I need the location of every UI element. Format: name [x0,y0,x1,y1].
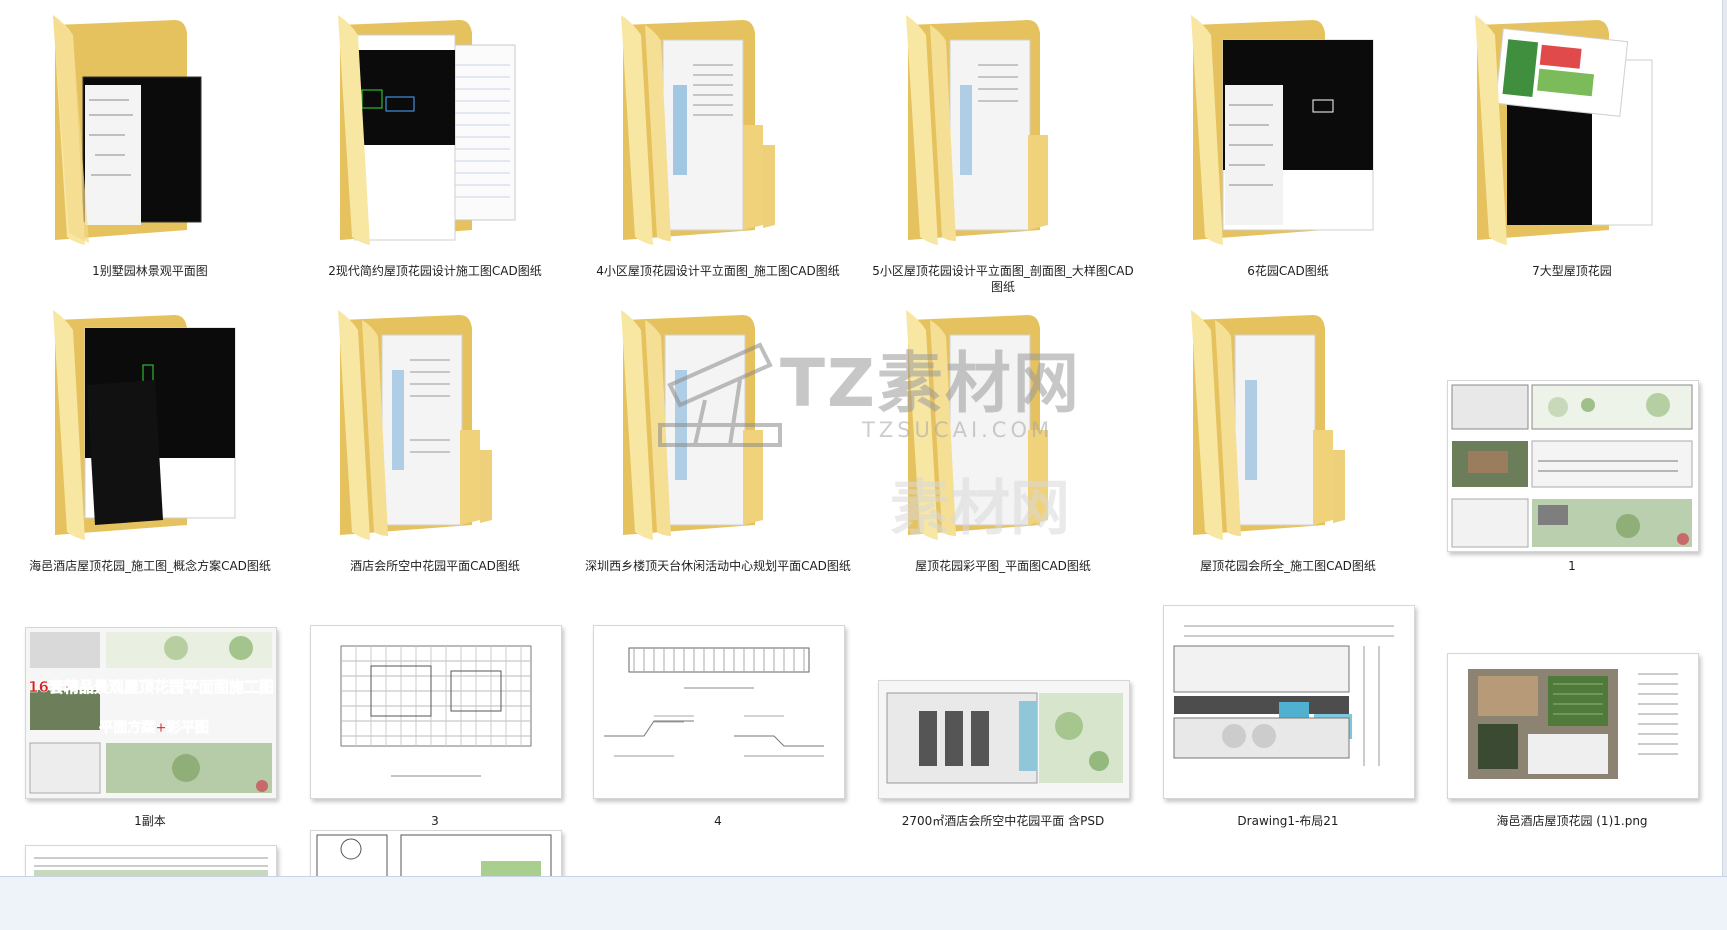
item-label: Drawing1-布局21 [1237,814,1339,828]
item-label: 4小区屋顶花园设计平立面图_施工图CAD图纸 [596,264,840,278]
folder-icon [53,15,202,245]
cad-section-drawing [604,647,824,757]
folder-icon [906,15,1048,245]
cad-grid-drawing [340,645,532,777]
folder-item[interactable]: 1别墅园林景观平面图 [15,5,285,285]
folder-item[interactable]: 海邑酒店屋顶花园_施工图_概念方案CAD图纸 [15,300,285,580]
item-label: 1副本 [134,814,166,828]
folder-item[interactable]: 屋顶花园会所全_施工图CAD图纸 [1153,300,1423,580]
image-thumbnail [878,680,1130,799]
image-item[interactable]: Drawing1-布局21 [1153,555,1423,835]
item-label: 6花园CAD图纸 [1247,264,1329,278]
image-thumbnail [1163,605,1415,799]
image-thumbnail [593,625,845,799]
banner-line1: 16套精品景观屋顶花园平面图施工图 [28,678,274,696]
folder-item[interactable]: 5小区屋顶花园设计平立面图_剖面图_大样图CAD图纸 [868,5,1138,294]
layout-plan-drawing [1173,625,1394,766]
image-item[interactable]: 1 [1437,300,1707,580]
banner-drawing: 16套精品景观屋顶花园平面图施工图 平面方案+彩平图 [26,628,276,798]
folder-item[interactable]: 酒店会所空中花园平面CAD图纸 [300,300,570,580]
folder-icon [906,310,1048,540]
roof-garden-drawing [1468,669,1678,779]
folder-icon [1191,310,1345,540]
item-label: 5小区屋顶花园设计平立面图_剖面图_大样图CAD图纸 [872,264,1134,294]
partial-cad-drawing [316,834,552,876]
image-item[interactable]: 3 [300,555,570,835]
plan-drawing [1451,384,1693,548]
folder-icon [1191,15,1374,245]
image-thumbnail: 16套精品景观屋顶花园平面图施工图 平面方案+彩平图 [25,627,277,799]
image-thumbnail [1447,380,1699,552]
banner-line2: 平面方案+彩平图 [99,719,209,736]
item-label: 海邑酒店屋顶花园 (1)1.png [1496,814,1648,828]
image-thumbnail [1447,653,1699,799]
item-label: 1别墅园林景观平面图 [92,264,208,278]
folder-icon [621,310,763,540]
folder-icon [1475,15,1653,245]
folder-item[interactable]: 屋顶花园彩平图_平面图CAD图纸 [868,300,1138,580]
folder-item[interactable]: 2现代简约屋顶花园设计施工图CAD图纸 [300,5,570,285]
folder-item[interactable]: 6花园CAD图纸 [1153,5,1423,285]
folder-icon [338,15,516,245]
image-item[interactable]: 16套精品景观屋顶花园平面图施工图 平面方案+彩平图 1副本 [15,555,285,835]
scrollbar-track[interactable] [1722,0,1727,876]
folder-item[interactable]: 7大型屋顶花园 [1437,5,1707,285]
image-item[interactable]: 2700㎡酒店会所空中花园平面 含PSD [868,555,1138,835]
partial-plan-drawing [34,857,268,876]
status-bar [0,876,1727,930]
image-item[interactable]: 4 [583,555,853,835]
item-label: 3 [431,814,439,828]
image-thumbnail-partial[interactable] [25,845,277,876]
image-thumbnail [310,625,562,799]
item-label: 7大型屋顶花园 [1532,264,1612,278]
image-thumbnail-partial[interactable] [310,830,562,876]
folder-icon [53,310,236,540]
hotel-plan-drawing [879,681,1129,798]
image-item[interactable]: 海邑酒店屋顶花园 (1)1.png [1437,555,1707,835]
folder-item[interactable]: 4小区屋顶花园设计平立面图_施工图CAD图纸 [583,5,853,285]
file-list-view[interactable]: 1别墅园林景观平面图 2现代简约屋顶花园设计施工图CAD图纸 4小区屋顶花园设计… [0,0,1727,876]
folder-icon [621,15,775,245]
item-label: 2700㎡酒店会所空中花园平面 含PSD [901,814,1105,828]
folder-item[interactable]: 深圳西乡楼顶天台休闲活动中心规划平面CAD图纸 [583,300,853,580]
folder-icon [338,310,492,540]
item-label: 2现代简约屋顶花园设计施工图CAD图纸 [328,264,542,278]
item-label: 4 [714,814,722,828]
